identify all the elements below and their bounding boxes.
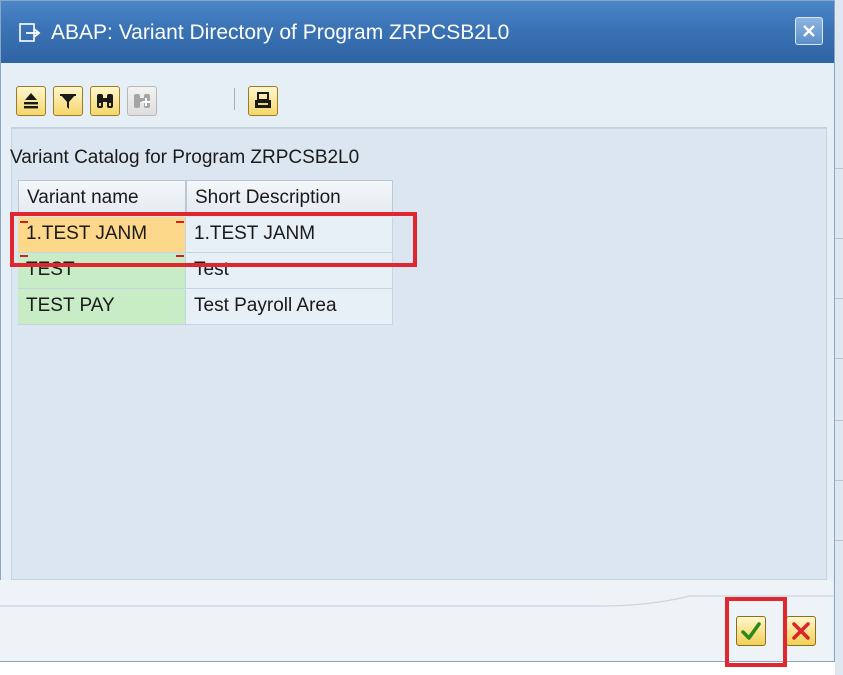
- sort-ascending-icon: [24, 93, 38, 109]
- row-highlight-annotation: [10, 212, 417, 267]
- find-button[interactable]: [90, 86, 120, 116]
- cancel-button[interactable]: [786, 616, 816, 646]
- find-next-button[interactable]: [127, 86, 157, 116]
- find-next-icon: [134, 94, 150, 108]
- close-button[interactable]: [795, 17, 823, 45]
- print-icon: [255, 92, 271, 108]
- close-icon: [803, 25, 815, 37]
- toolbar-separator: [234, 88, 235, 110]
- filter-icon: [60, 94, 76, 109]
- button-bar-divider: [0, 595, 833, 607]
- sort-ascending-button[interactable]: [16, 86, 46, 116]
- variant-directory-dialog: ABAP: Variant Directory of Program ZRPCS…: [0, 0, 835, 662]
- row-3-short-description[interactable]: Test Payroll Area: [186, 289, 393, 325]
- background-window-strip: [835, 0, 843, 675]
- filter-button[interactable]: [53, 86, 83, 116]
- window-icon: [19, 23, 41, 43]
- row-3-variant-name[interactable]: TEST PAY: [18, 289, 186, 325]
- catalog-title: Variant Catalog for Program ZRPCSB2L0: [10, 147, 360, 168]
- window-title: ABAP: Variant Directory of Program ZRPCS…: [51, 21, 510, 44]
- print-button[interactable]: [248, 86, 278, 116]
- column-header-short-description[interactable]: Short Description: [186, 180, 393, 216]
- ok-highlight-annotation: [725, 597, 787, 667]
- find-icon: [97, 94, 113, 108]
- cancel-x-icon: [792, 622, 810, 640]
- column-header-variant-name[interactable]: Variant name: [18, 180, 186, 216]
- title-bar: ABAP: Variant Directory of Program ZRPCS…: [1, 1, 834, 63]
